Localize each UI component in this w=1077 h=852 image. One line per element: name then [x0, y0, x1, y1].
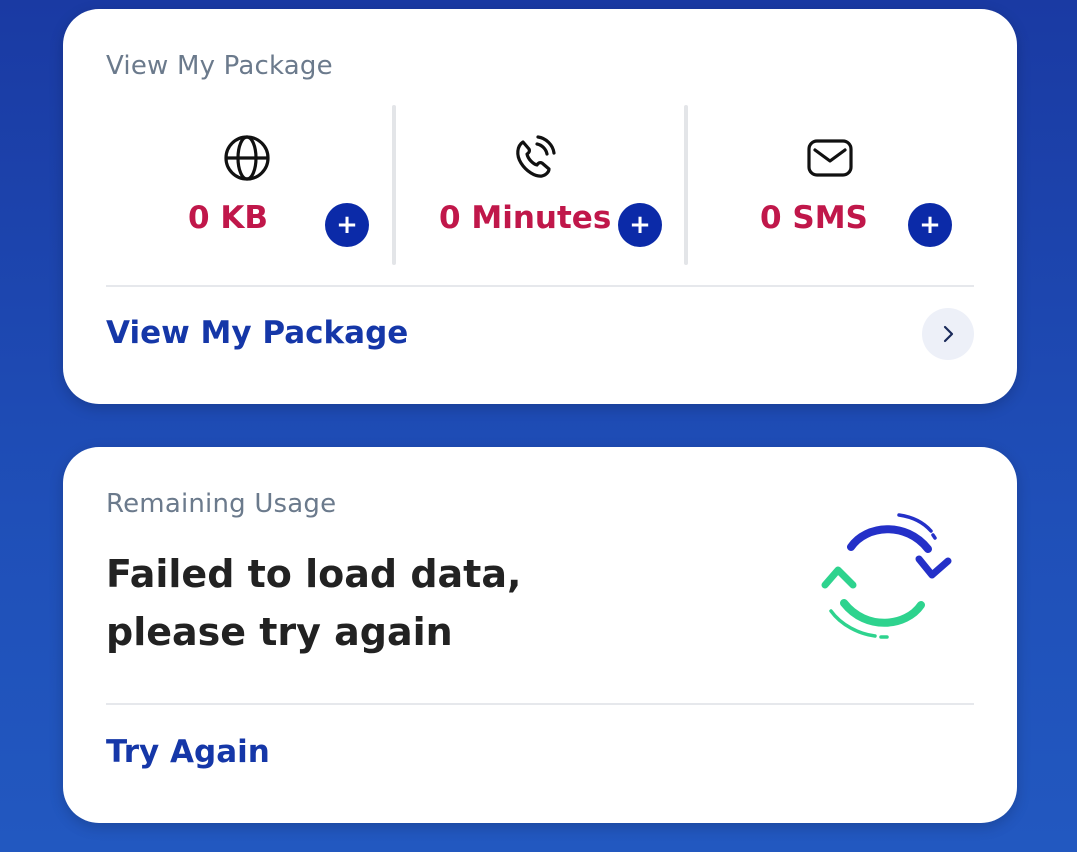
- chevron-right-icon: [943, 325, 954, 343]
- view-package-link[interactable]: View My Package: [106, 315, 408, 351]
- envelope-icon: [807, 139, 853, 177]
- error-message: Failed to load data, please try again: [106, 545, 666, 661]
- refresh-icon: [821, 513, 952, 639]
- sms-value: 0 SMS: [760, 200, 868, 236]
- try-again-link[interactable]: Try Again: [106, 734, 270, 770]
- globe-icon: [224, 135, 270, 181]
- data-value: 0 KB: [188, 200, 269, 236]
- phone-icon: [516, 135, 556, 178]
- minutes-value: 0 Minutes: [439, 200, 612, 236]
- error-line-1: Failed to load data,: [106, 552, 522, 596]
- view-package-chevron-button[interactable]: [922, 308, 974, 360]
- package-card: View My Package 0 KB + 0 Minutes + 0 SMS…: [63, 9, 1017, 404]
- add-data-button[interactable]: +: [325, 203, 369, 247]
- divider: [106, 285, 974, 287]
- usage-card: Remaining Usage Failed to load data, ple…: [63, 447, 1017, 823]
- data-stat: 0 KB +: [106, 105, 394, 265]
- usage-card-label: Remaining Usage: [106, 489, 337, 519]
- divider: [106, 703, 974, 705]
- sms-stat: 0 SMS +: [688, 105, 974, 265]
- add-minutes-button[interactable]: +: [618, 203, 662, 247]
- package-stats: 0 KB + 0 Minutes + 0 SMS +: [106, 105, 974, 265]
- error-line-2: please try again: [106, 610, 453, 654]
- minutes-stat: 0 Minutes +: [396, 105, 686, 265]
- package-card-label: View My Package: [106, 51, 333, 81]
- add-sms-button[interactable]: +: [908, 203, 952, 247]
